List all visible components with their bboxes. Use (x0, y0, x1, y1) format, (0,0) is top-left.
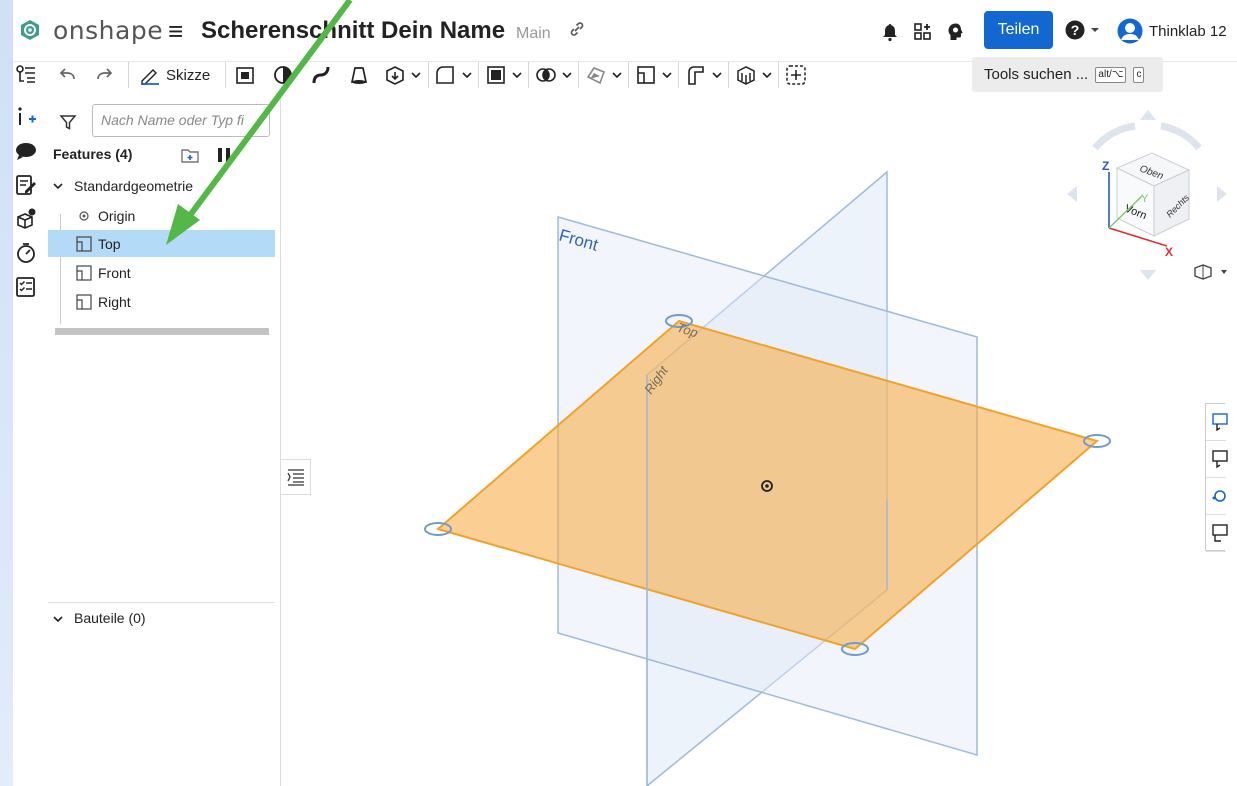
orbit-arrow-icon[interactable] (1160, 122, 1202, 151)
origin-dot (765, 484, 769, 488)
orbit-arrow-icon[interactable] (1092, 122, 1136, 151)
display-states-icon (1212, 524, 1228, 542)
y-axis-label: Y (1141, 193, 1149, 205)
view-cube[interactable]: Oben Vorn Rechts Z X Y (1057, 108, 1237, 288)
rotate-down-icon[interactable] (1140, 270, 1156, 280)
right-mini-toolbar (1205, 403, 1228, 552)
rotate-right-icon[interactable] (1217, 186, 1227, 202)
named-views-button[interactable] (1206, 478, 1226, 515)
measure-button[interactable] (1206, 441, 1228, 478)
named-views-icon (1212, 490, 1226, 502)
view-options-dropdown[interactable] (1194, 264, 1227, 280)
measure-icon (1212, 450, 1228, 468)
display-states-button[interactable] (1206, 515, 1228, 552)
section-view-icon (1212, 413, 1228, 431)
graphics-viewport[interactable]: Front Top Right (0, 0, 1237, 786)
rotate-up-icon[interactable] (1140, 110, 1156, 120)
section-view-button[interactable] (1206, 404, 1228, 441)
rotate-left-icon[interactable] (1067, 186, 1077, 202)
x-axis-label: X (1165, 245, 1173, 259)
z-axis-label: Z (1102, 159, 1109, 173)
